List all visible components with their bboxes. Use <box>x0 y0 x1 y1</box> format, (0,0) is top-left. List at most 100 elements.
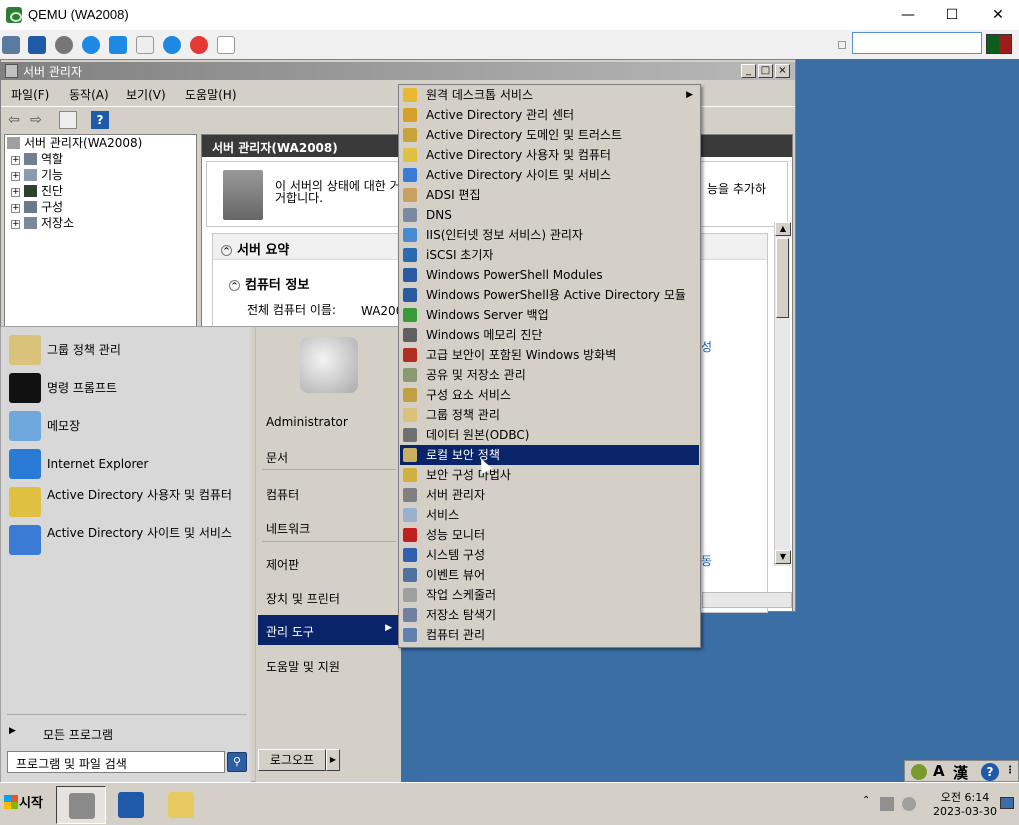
expand-icon[interactable]: + <box>11 220 20 229</box>
right-item-administrator[interactable]: Administrator <box>258 407 400 437</box>
settings-gear-icon[interactable] <box>2 36 20 54</box>
horizontal-scrollbar[interactable] <box>702 592 792 608</box>
admin-tools-item[interactable]: iSCSI 초기자 <box>400 245 699 265</box>
pinned-item[interactable]: 명령 프롬프트 <box>7 371 247 405</box>
admin-tools-item[interactable]: 보안 구성 마법사 <box>400 465 699 485</box>
admin-tools-item[interactable]: DNS <box>400 205 699 225</box>
keyboard-icon[interactable] <box>136 36 154 54</box>
back-arrow-icon[interactable]: ⇦ <box>5 111 23 129</box>
tree-item-server-manager[interactable]: 서버 관리자(WA2008) <box>7 135 142 151</box>
right-item-control-panel[interactable]: 제어판 <box>258 548 400 578</box>
sm-minimize-button[interactable]: _ <box>741 64 756 78</box>
scroll-down-icon[interactable]: ▼ <box>775 550 791 564</box>
help-icon[interactable]: ? <box>91 111 109 129</box>
right-item-devices-printers[interactable]: 장치 및 프린터 <box>258 582 400 612</box>
right-item-network[interactable]: 네트워크 <box>258 512 400 542</box>
admin-tools-item[interactable]: 데이터 원본(ODBC) <box>400 425 699 445</box>
show-hidden-icons-icon[interactable]: ⌃ <box>862 795 870 806</box>
admin-tools-item[interactable]: Active Directory 관리 센터 <box>400 105 699 125</box>
refresh-icon[interactable] <box>82 36 100 54</box>
taskbar-explorer[interactable] <box>156 786 206 824</box>
volume-muted-icon[interactable] <box>902 797 916 811</box>
tree-item-storage[interactable]: + 저장소 <box>11 215 74 231</box>
admin-tools-item[interactable]: 원격 데스크톱 서비스 ▶ <box>400 85 699 105</box>
sm-maximize-button[interactable]: □ <box>758 64 773 78</box>
vertical-scrollbar[interactable]: ▲ ▼ <box>774 222 791 566</box>
help-icon[interactable]: ? <box>981 763 999 781</box>
pinned-item[interactable]: Active Directory 사이트 및 서비스 <box>7 523 247 557</box>
expand-icon[interactable]: + <box>11 204 20 213</box>
collapse-icon[interactable]: ^ <box>229 280 240 291</box>
admin-tools-item[interactable]: Windows PowerShell용 Active Directory 모듈 <box>400 285 699 305</box>
admin-tools-item[interactable]: 성능 모니터 <box>400 525 699 545</box>
menu-action[interactable]: 동작(A) <box>69 86 109 103</box>
summary-link-1[interactable]: 성 <box>701 338 712 355</box>
admin-tools-item[interactable]: 이벤트 뷰어 <box>400 565 699 585</box>
admin-tools-item[interactable]: Windows 메모리 진단 <box>400 325 699 345</box>
menu-file[interactable]: 파일(F) <box>11 86 49 103</box>
forward-arrow-icon[interactable]: ⇨ <box>27 111 45 129</box>
admin-tools-item[interactable]: Active Directory 사용자 및 컴퓨터 <box>400 145 699 165</box>
hanja-button[interactable]: 漢 <box>953 762 968 783</box>
right-item-help-support[interactable]: 도움말 및 지원 <box>258 650 400 680</box>
expand-icon[interactable]: + <box>11 172 20 181</box>
tree-item-features[interactable]: + 기능 <box>11 167 63 183</box>
logoff-button[interactable]: 로그오프 <box>258 749 326 771</box>
summary-link-2[interactable]: 동 <box>701 552 712 569</box>
program-search-input[interactable]: 프로그램 및 파일 검색 <box>7 751 225 773</box>
maximize-button[interactable]: ☐ <box>929 3 975 27</box>
show-desktop-icon[interactable] <box>1000 797 1014 809</box>
tree-item-diagnostics[interactable]: + 진단 <box>11 183 63 199</box>
admin-tools-item[interactable]: 그룹 정책 관리 <box>400 405 699 425</box>
admin-tools-item[interactable]: 로컬 보안 정책 <box>400 445 699 465</box>
tree-item-configuration[interactable]: + 구성 <box>11 199 63 215</box>
admin-tools-item[interactable]: 시스템 구성 <box>400 545 699 565</box>
start-button[interactable]: 시작 <box>2 789 48 819</box>
admin-tools-item[interactable]: Active Directory 도메인 및 트러스트 <box>400 125 699 145</box>
admin-tools-item[interactable]: 공유 및 저장소 관리 <box>400 365 699 385</box>
console-tree-icon[interactable] <box>59 111 77 129</box>
menu-help[interactable]: 도움말(H) <box>185 86 237 103</box>
close-button[interactable]: ✕ <box>975 3 1019 27</box>
menu-view[interactable]: 보기(V) <box>126 86 166 103</box>
checkbox-icon[interactable] <box>838 41 846 49</box>
search-icon[interactable]: ⚲ <box>227 752 247 772</box>
admin-tools-item[interactable]: Windows PowerShell Modules <box>400 265 699 285</box>
right-item-admin-tools[interactable]: 관리 도구 ▶ <box>258 615 400 645</box>
clock[interactable]: 오전 6:14 2023-03-30 <box>932 791 998 819</box>
right-item-documents[interactable]: 문서 <box>258 441 400 471</box>
pinned-item[interactable]: Active Directory 사용자 및 컴퓨터 <box>7 485 247 519</box>
admin-tools-item[interactable]: Active Directory 사이트 및 서비스 <box>400 165 699 185</box>
admin-tools-item[interactable]: 서버 관리자 <box>400 485 699 505</box>
admin-tools-item[interactable]: 저장소 탐색기 <box>400 605 699 625</box>
computer-info-header[interactable]: ^ 컴퓨터 정보 <box>229 274 309 293</box>
ime-pad-icon[interactable] <box>911 764 927 780</box>
eject-icon[interactable] <box>217 36 235 54</box>
vm-input-field[interactable] <box>852 32 982 54</box>
admin-tools-item[interactable]: 서비스 <box>400 505 699 525</box>
gear-icon[interactable] <box>55 36 73 54</box>
admin-tools-item[interactable]: Windows Server 백업 <box>400 305 699 325</box>
admin-tools-item[interactable]: ADSI 편집 <box>400 185 699 205</box>
network-icon[interactable] <box>880 797 894 811</box>
admin-tools-item[interactable]: 작업 스케줄러 <box>400 585 699 605</box>
sm-close-button[interactable]: × <box>775 64 790 78</box>
collapse-icon[interactable]: ^ <box>221 245 232 256</box>
admin-tools-item[interactable]: IIS(인터넷 정보 서비스) 관리자 <box>400 225 699 245</box>
info-icon[interactable] <box>163 36 181 54</box>
fullscreen-icon[interactable] <box>28 36 46 54</box>
all-programs-button[interactable]: ▶ 모든 프로그램 <box>7 723 247 745</box>
input-mode-button[interactable]: A <box>933 762 945 780</box>
expand-icon[interactable]: + <box>11 188 20 197</box>
power-icon[interactable] <box>190 36 208 54</box>
scroll-up-icon[interactable]: ▲ <box>775 222 791 236</box>
scroll-thumb[interactable] <box>776 238 789 318</box>
windows-icon[interactable] <box>109 36 127 54</box>
langbar-options-icon[interactable]: ⋮ <box>1005 765 1015 776</box>
pinned-item[interactable]: Internet Explorer <box>7 447 247 481</box>
pinned-item[interactable]: 메모장 <box>7 409 247 443</box>
tree-item-roles[interactable]: + 역할 <box>11 151 63 167</box>
pinned-item[interactable]: 그룹 정책 관리 <box>7 333 247 367</box>
expand-icon[interactable]: + <box>11 156 20 165</box>
minimize-button[interactable]: — <box>885 3 931 27</box>
